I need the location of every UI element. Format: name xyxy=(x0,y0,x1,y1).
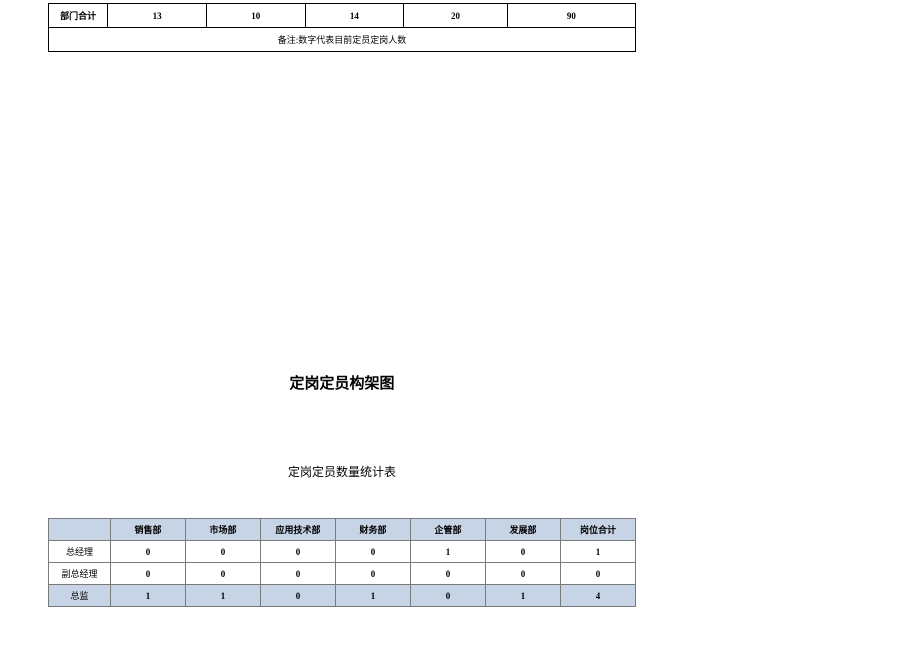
value-cell: 0 xyxy=(261,541,336,563)
table-row: 副总经理 0 0 0 0 0 0 0 xyxy=(49,563,636,585)
value-cell: 1 xyxy=(561,541,636,563)
header-cell: 应用技术部 xyxy=(261,519,336,541)
value-cell: 0 xyxy=(186,563,261,585)
header-cell: 发展部 xyxy=(486,519,561,541)
value-cell: 90 xyxy=(507,4,635,28)
value-cell: 1 xyxy=(111,585,186,607)
note-cell: 备注:数字代表目前定员定岗人数 xyxy=(49,28,636,52)
header-cell: 市场部 xyxy=(186,519,261,541)
value-cell: 0 xyxy=(111,541,186,563)
value-cell: 0 xyxy=(411,563,486,585)
table-row: 总经理 0 0 0 0 1 0 1 xyxy=(49,541,636,563)
table-row: 部门合计 13 10 14 20 90 xyxy=(49,4,636,28)
header-row: 销售部 市场部 应用技术部 财务部 企管部 发展部 岗位合计 xyxy=(49,519,636,541)
value-cell: 10 xyxy=(206,4,305,28)
row-label: 总经理 xyxy=(49,541,111,563)
value-cell: 0 xyxy=(411,585,486,607)
value-cell: 1 xyxy=(411,541,486,563)
page-title-main: 定岗定员构架图 xyxy=(48,372,636,393)
row-label: 总监 xyxy=(49,585,111,607)
value-cell: 1 xyxy=(336,585,411,607)
value-cell: 20 xyxy=(404,4,508,28)
header-cell: 财务部 xyxy=(336,519,411,541)
header-cell: 岗位合计 xyxy=(561,519,636,541)
value-cell: 1 xyxy=(486,585,561,607)
value-cell: 14 xyxy=(305,4,404,28)
value-cell: 0 xyxy=(486,541,561,563)
value-cell: 0 xyxy=(486,563,561,585)
value-cell: 0 xyxy=(561,563,636,585)
value-cell: 0 xyxy=(186,541,261,563)
header-cell: 销售部 xyxy=(111,519,186,541)
row-label: 副总经理 xyxy=(49,563,111,585)
table-row: 总监 1 1 0 1 0 1 4 xyxy=(49,585,636,607)
value-cell: 0 xyxy=(261,563,336,585)
page-title-sub: 定岗定员数量统计表 xyxy=(48,463,636,480)
row-label: 部门合计 xyxy=(49,4,108,28)
table-note-row: 备注:数字代表目前定员定岗人数 xyxy=(49,28,636,52)
statistics-table: 销售部 市场部 应用技术部 财务部 企管部 发展部 岗位合计 总经理 0 0 0… xyxy=(48,518,636,607)
value-cell: 4 xyxy=(561,585,636,607)
value-cell: 0 xyxy=(336,541,411,563)
value-cell: 1 xyxy=(186,585,261,607)
value-cell: 13 xyxy=(108,4,207,28)
value-cell: 0 xyxy=(336,563,411,585)
header-cell xyxy=(49,519,111,541)
value-cell: 0 xyxy=(111,563,186,585)
header-cell: 企管部 xyxy=(411,519,486,541)
department-total-table: 部门合计 13 10 14 20 90 备注:数字代表目前定员定岗人数 xyxy=(48,3,636,52)
value-cell: 0 xyxy=(261,585,336,607)
